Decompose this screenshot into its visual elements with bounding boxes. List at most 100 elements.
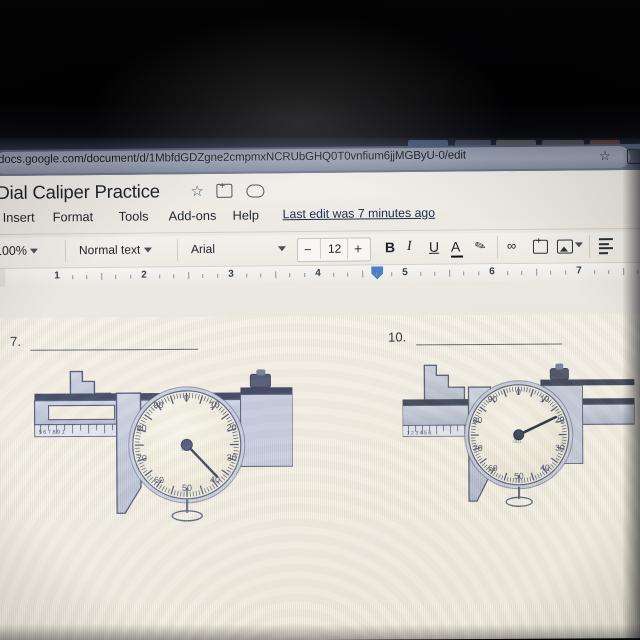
svg-text:40: 40	[540, 463, 550, 473]
ruler-number: 5	[402, 267, 408, 279]
font-size-stepper[interactable]: − 12 +	[296, 237, 372, 263]
svg-text:0: 0	[184, 393, 189, 403]
align-button[interactable]	[598, 238, 613, 256]
font-size-value[interactable]: 12	[328, 242, 341, 256]
toolbar-divider	[64, 240, 67, 263]
svg-text:30: 30	[555, 443, 565, 453]
ruler-tick	[521, 270, 523, 275]
ruler-tick	[448, 269, 450, 277]
chevron-down-icon	[278, 246, 287, 252]
ruler-tick	[593, 270, 595, 275]
google-docs-header: Dial Caliper Practice ☆ Insert Format To…	[0, 169, 640, 326]
answer-blank-7[interactable]	[30, 348, 199, 352]
svg-text:80: 80	[137, 423, 147, 433]
svg-text:50: 50	[514, 471, 524, 481]
italic-button[interactable]: I	[407, 239, 412, 255]
svg-text:30: 30	[227, 453, 237, 463]
menu-item-tools[interactable]: Tools	[119, 209, 149, 224]
caliper-scale-numbers: 5 6 7 8 9 1	[39, 430, 65, 436]
ruler-tick	[216, 273, 218, 278]
menu-item-insert[interactable]: Insert	[3, 210, 35, 225]
caliper-window	[47, 404, 116, 421]
ruler-tick	[129, 274, 131, 279]
caliper-roller-knob	[256, 369, 266, 376]
last-edit-status[interactable]: Last edit was 7 minutes ago	[283, 206, 436, 221]
ruler-number: 1	[54, 270, 60, 282]
add-comment-icon[interactable]	[532, 239, 549, 254]
ruler-tick	[173, 274, 175, 279]
svg-text:60: 60	[154, 475, 164, 485]
svg-text:70: 70	[137, 453, 147, 463]
svg-text:10: 10	[209, 400, 219, 410]
extensions-icon[interactable]	[627, 148, 640, 164]
caliper-right-body	[239, 393, 294, 468]
ruler-tick	[564, 270, 566, 275]
svg-text:60: 60	[488, 463, 498, 473]
svg-text:20: 20	[227, 423, 237, 433]
ruler-tick	[506, 271, 508, 276]
caliper-thumb-roller	[549, 368, 569, 381]
left-margin-handle[interactable]	[0, 271, 5, 284]
menu-item-help[interactable]: Help	[233, 207, 259, 222]
toolbar-divider	[496, 236, 499, 259]
document-page: 7. 10. 5 6 7 8 9 1 0 10 20 30 40 50 60 7…	[0, 314, 640, 640]
insert-link-icon[interactable]: ∞	[507, 238, 514, 253]
bookmark-star-icon[interactable]: ☆	[599, 148, 611, 164]
ruler-number: 4	[315, 267, 321, 279]
browser-chrome: docs.google.com/document/d/1MbfdGDZgne2c…	[0, 143, 640, 326]
font-size-increase-button[interactable]: +	[354, 240, 362, 256]
insert-image-icon[interactable]	[556, 239, 574, 254]
ruler-tick	[332, 272, 334, 277]
zoom-value: 100%	[0, 243, 28, 258]
ruler-tick	[289, 273, 291, 278]
ruler-tick	[622, 267, 624, 275]
paragraph-style-selector[interactable]: Normal text	[79, 242, 152, 257]
monitor-bezel	[0, 0, 640, 146]
svg-text:90: 90	[488, 394, 498, 404]
answer-blank-10[interactable]	[416, 343, 563, 346]
font-selector[interactable]: Arial	[190, 241, 287, 257]
menu-item-format[interactable]: Format	[53, 209, 94, 224]
ruler-tick	[274, 271, 276, 279]
zoom-selector[interactable]: 100%	[0, 244, 39, 258]
ruler-tick	[347, 272, 349, 277]
ruler-number: 7	[576, 265, 582, 277]
svg-text:0: 0	[516, 387, 521, 397]
dial-hub	[513, 429, 525, 441]
ruler-number: 3	[228, 268, 234, 280]
font-size-decrease-button[interactable]: −	[304, 242, 312, 257]
move-to-folder-icon[interactable]	[216, 183, 233, 198]
font-value: Arial	[190, 241, 216, 257]
screen-photo: docs.google.com/document/d/1MbfdGDZgne2c…	[0, 0, 640, 640]
caliper-beam-right	[240, 387, 293, 395]
question-number-10: 10.	[388, 329, 407, 345]
highlight-pen-icon[interactable]: ✎	[472, 237, 488, 256]
caliper-thumb-roller	[249, 373, 271, 388]
text-color-button[interactable]: A	[451, 239, 460, 255]
dial-caliper-image-10: 1 2 3 4 5 6 0 10 20 30 40 50 60 70 80 90…	[402, 363, 636, 507]
bold-button[interactable]: B	[385, 239, 395, 255]
cloud-saved-icon[interactable]	[246, 184, 265, 198]
caliper-scale-numbers: 1 2 3 4 5 6	[407, 430, 432, 436]
svg-text:10: 10	[540, 394, 550, 404]
page-title[interactable]: Dial Caliper Practice	[0, 180, 160, 204]
question-number-7: 7.	[10, 333, 22, 349]
star-icon[interactable]: ☆	[190, 182, 204, 200]
menu-item-addons[interactable]: Add-ons	[169, 208, 217, 223]
ruler-tick	[535, 268, 537, 276]
paragraph-style-value: Normal text	[78, 242, 141, 258]
caliper-roller-knob	[555, 363, 564, 370]
ruler-tick	[608, 270, 610, 275]
ruler-number: 2	[141, 269, 147, 281]
chevron-down-icon	[143, 247, 152, 253]
ruler-tick	[361, 270, 363, 278]
toolbar-divider	[176, 239, 179, 262]
svg-text:50: 50	[182, 483, 192, 493]
chevron-down-icon[interactable]	[574, 242, 583, 248]
underline-button[interactable]: U	[429, 239, 439, 255]
ruler-tick	[187, 272, 189, 280]
svg-text:80: 80	[473, 415, 483, 425]
stepper-divider	[319, 238, 322, 259]
ruler-tick	[158, 274, 160, 279]
caliper-beam-right	[540, 379, 635, 386]
